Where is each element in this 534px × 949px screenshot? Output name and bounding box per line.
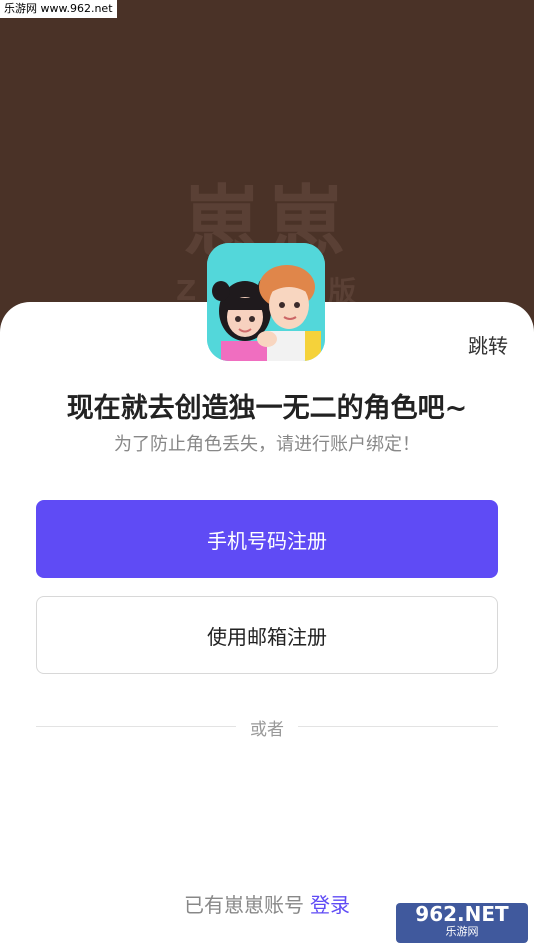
email-register-button[interactable]: 使用邮箱注册	[36, 596, 498, 674]
app-icon	[207, 243, 325, 361]
phone-register-button[interactable]: 手机号码注册	[36, 500, 498, 578]
page-title: 现在就去创造独一无二的角色吧~	[66, 393, 468, 424]
divider-text: 或者	[250, 720, 284, 740]
page-subtitle: 为了防止角色丢失，请进行账户绑定！	[114, 434, 420, 455]
watermark-logo-main: 962.NET	[415, 902, 509, 926]
login-link[interactable]: 登录	[310, 893, 350, 917]
email-register-label: 使用邮箱注册	[207, 624, 327, 649]
phone-register-label: 手机号码注册	[207, 528, 327, 553]
watermark-logo-sub: 乐游网	[445, 925, 479, 938]
login-prompt-text: 已有崽崽账号	[184, 893, 304, 917]
watermark-logo: 962.NET 乐游网	[396, 903, 528, 943]
watermark-top: 乐游网 www.962.net	[0, 0, 117, 18]
skip-button[interactable]: 跳转	[468, 330, 508, 359]
avatar-characters-icon	[207, 243, 325, 361]
